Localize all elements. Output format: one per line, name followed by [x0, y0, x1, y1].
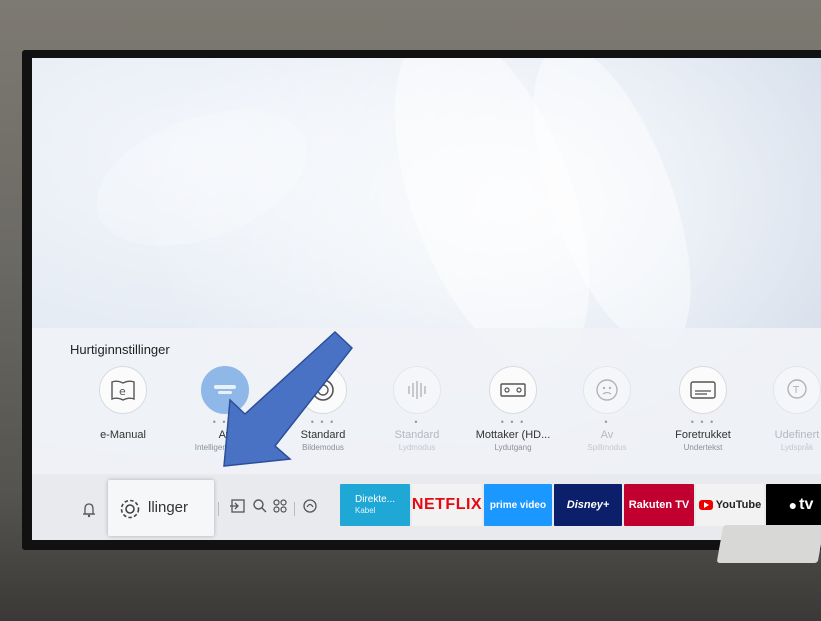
qs-label: Av [218, 429, 232, 441]
smart-hub-bar: llinger Direkte... Kabel NETFLIX prime v… [32, 474, 821, 540]
qs-label: Standard [300, 429, 346, 441]
tv-screen: Hurtiginnstillinger e e-Manual • • • Av … [32, 58, 821, 540]
qs-sublabel: Lydspråk [780, 443, 814, 452]
settings-button[interactable]: llinger [108, 480, 214, 536]
qs-item-game-mode[interactable]: • Av Spillmodus [562, 366, 652, 476]
app-tile-name: Disney+ [566, 499, 610, 511]
search-icon[interactable] [252, 498, 268, 519]
app-tile-name: prime video [489, 499, 547, 511]
qs-sublabel: Bildemodus [302, 443, 344, 452]
qs-item-subtitle[interactable]: • • • Foretrukket Undertekst [658, 366, 748, 476]
qs-label: Standard [394, 429, 440, 441]
app-tile-name: Direkte... [354, 494, 395, 505]
app-tile-live-tv[interactable]: Direkte... Kabel [340, 484, 410, 526]
svg-text:e: e [119, 385, 126, 398]
source-icon[interactable] [230, 498, 246, 519]
qs-label: Foretrukket [675, 429, 731, 441]
qs-item-intelligent-mode[interactable]: • • • Av Intelligent modus [180, 366, 270, 476]
quick-settings-panel: Hurtiginnstillinger e e-Manual • • • Av … [32, 328, 821, 483]
apple-logo-icon: ● [788, 497, 798, 513]
app-tile-prime-video[interactable]: prime video [484, 484, 552, 526]
qs-sublabel: Lydutgang [494, 443, 532, 452]
gear-icon [118, 497, 142, 526]
app-tile-youtube[interactable]: YouTube [696, 484, 764, 526]
svg-text:T: T [792, 385, 800, 396]
game-mode-icon [583, 366, 631, 414]
book-icon: e [99, 366, 147, 414]
divider [218, 502, 219, 516]
app-tile-name: Rakuten TV [628, 499, 690, 511]
receiver-icon [489, 366, 537, 414]
picture-mode-icon [299, 366, 347, 414]
qs-item-picture-mode[interactable]: • • • Standard Bildemodus [278, 366, 368, 476]
subtitle-icon [679, 366, 727, 414]
qs-label: Mottaker (HD... [475, 429, 551, 441]
divider [294, 502, 295, 516]
qs-item-audio-language[interactable]: T Udefinert Lydspråk [752, 366, 821, 476]
qs-label: Udefinert [774, 429, 820, 441]
intelligent-mode-icon [201, 366, 249, 414]
qs-sublabel: Lydmodus [398, 443, 436, 452]
qs-item-sound-output[interactable]: • • • Mottaker (HD... Lydutgang [468, 366, 558, 476]
qs-item-sound-mode[interactable]: • Standard Lydmodus [372, 366, 462, 476]
qs-label: e-Manual [100, 429, 146, 441]
app-tile-sub: Kabel [354, 506, 376, 515]
qs-sublabel: Spillmodus [587, 443, 627, 452]
bell-icon[interactable] [82, 502, 96, 523]
apps-icon[interactable] [272, 498, 288, 519]
youtube-play-icon [698, 500, 713, 510]
qs-label: Av [600, 429, 614, 441]
app-tile-name: tv [799, 496, 814, 513]
app-tile-apple-tv[interactable]: ● tv [766, 484, 821, 526]
sound-mode-icon [393, 366, 441, 414]
qs-sublabel: Intelligent modus [194, 443, 256, 452]
app-tile-netflix[interactable]: NETFLIX [412, 484, 482, 526]
quick-settings-title: Hurtiginnstillinger [70, 342, 170, 357]
wallpaper-streak [78, 83, 326, 273]
app-tile-disney-plus[interactable]: Disney+ [554, 484, 622, 526]
settings-label: llinger [148, 499, 189, 516]
app-tile-name: NETFLIX [411, 496, 483, 513]
qs-item-e-manual[interactable]: e e-Manual [78, 366, 168, 476]
set-top-box [716, 525, 821, 563]
qs-sublabel: Undertekst [683, 443, 723, 452]
ambient-mode-icon[interactable] [302, 498, 318, 519]
app-tile-name: YouTube [715, 499, 762, 511]
app-tile-rakuten-tv[interactable]: Rakuten TV [624, 484, 694, 526]
audio-language-icon: T [773, 366, 821, 414]
